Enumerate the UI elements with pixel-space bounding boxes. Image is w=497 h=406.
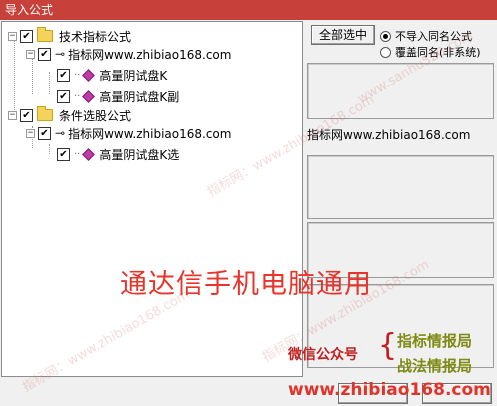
wechat-label: 微信公众号 [288, 347, 358, 363]
formula-label: 高量阴试盘K [99, 68, 168, 83]
info-box-top [307, 63, 494, 119]
tree-line [49, 72, 50, 94]
collapse-icon[interactable]: − [26, 49, 35, 59]
radio-unselected-icon[interactable] [380, 46, 391, 58]
radio-skip-duplicates[interactable]: 不导入同名公式 [380, 28, 472, 44]
formula-icon [82, 68, 96, 82]
domain-watermark: www.zhibiao168.com [288, 380, 491, 400]
tree-formula-item[interactable]: ✔ ·· 高量阴试盘K副 [57, 87, 179, 105]
promo-banner: 通达信手机电脑通用 [120, 269, 372, 300]
select-all-button[interactable]: 全部选中 [311, 25, 375, 45]
group-checkbox[interactable]: ✔ [20, 29, 33, 43]
source-checkbox[interactable]: ✔ [38, 126, 51, 140]
tree-formula-item[interactable]: ✔ ·· 高量阴试盘K [57, 66, 167, 84]
folder-icon [37, 106, 53, 121]
promo-line-1: 指标情报局 [397, 332, 473, 350]
formula-tree[interactable]: − ✔ 技术指标公式 − ✔ ⊸ 指标网www.zhibiao168.com ✔… [1, 21, 303, 377]
formula-icon [82, 147, 96, 161]
radio-selected-icon[interactable] [380, 30, 391, 42]
promo-line-2: 战法情报局 [397, 357, 473, 375]
tree-group-indicators[interactable]: − ✔ 技术指标公式 [8, 27, 131, 45]
formula-checkbox[interactable]: ✔ [57, 147, 70, 161]
tree-source-node[interactable]: − ✔ ⊸ 指标网www.zhibiao168.com [26, 124, 231, 142]
collapse-icon[interactable]: − [8, 110, 17, 120]
formula-label: 高量阴试盘K选 [99, 147, 180, 162]
brace-icon: { [378, 328, 398, 363]
formula-checkbox[interactable]: ✔ [57, 68, 70, 82]
key-icon: ⊸ [55, 47, 66, 61]
radio-label: 不导入同名公式 [395, 30, 472, 43]
source-label: 指标网www.zhibiao168.com [68, 126, 232, 141]
formula-checkbox[interactable]: ✔ [57, 89, 70, 103]
radio-overwrite-duplicates[interactable]: 覆盖同名(非系统) [380, 44, 481, 60]
source-text: 指标网www.zhibiao168.com [307, 128, 471, 142]
radio-label: 覆盖同名(非系统) [395, 46, 481, 59]
tree-line [49, 144, 50, 154]
key-icon: ⊸ [55, 126, 66, 140]
tree-group-stock-screening[interactable]: − ✔ 条件选股公式 [8, 106, 131, 124]
folder-icon [37, 27, 53, 42]
formula-label: 高量阴试盘K副 [99, 89, 180, 104]
group-label: 条件选股公式 [59, 108, 132, 123]
tree-formula-item[interactable]: ✔ ·· 高量阴试盘K选 [57, 145, 179, 163]
tree-source-node[interactable]: − ✔ ⊸ 指标网www.zhibiao168.com [26, 45, 231, 63]
group-label: 技术指标公式 [59, 29, 132, 44]
source-checkbox[interactable]: ✔ [38, 47, 51, 61]
formula-icon [82, 89, 96, 103]
window-title: 导入公式 [0, 0, 497, 20]
source-label: 指标网www.zhibiao168.com [68, 47, 232, 62]
group-checkbox[interactable]: ✔ [20, 108, 33, 122]
collapse-icon[interactable]: − [8, 31, 17, 41]
info-box-middle [307, 155, 494, 219]
collapse-icon[interactable]: − [26, 128, 35, 138]
